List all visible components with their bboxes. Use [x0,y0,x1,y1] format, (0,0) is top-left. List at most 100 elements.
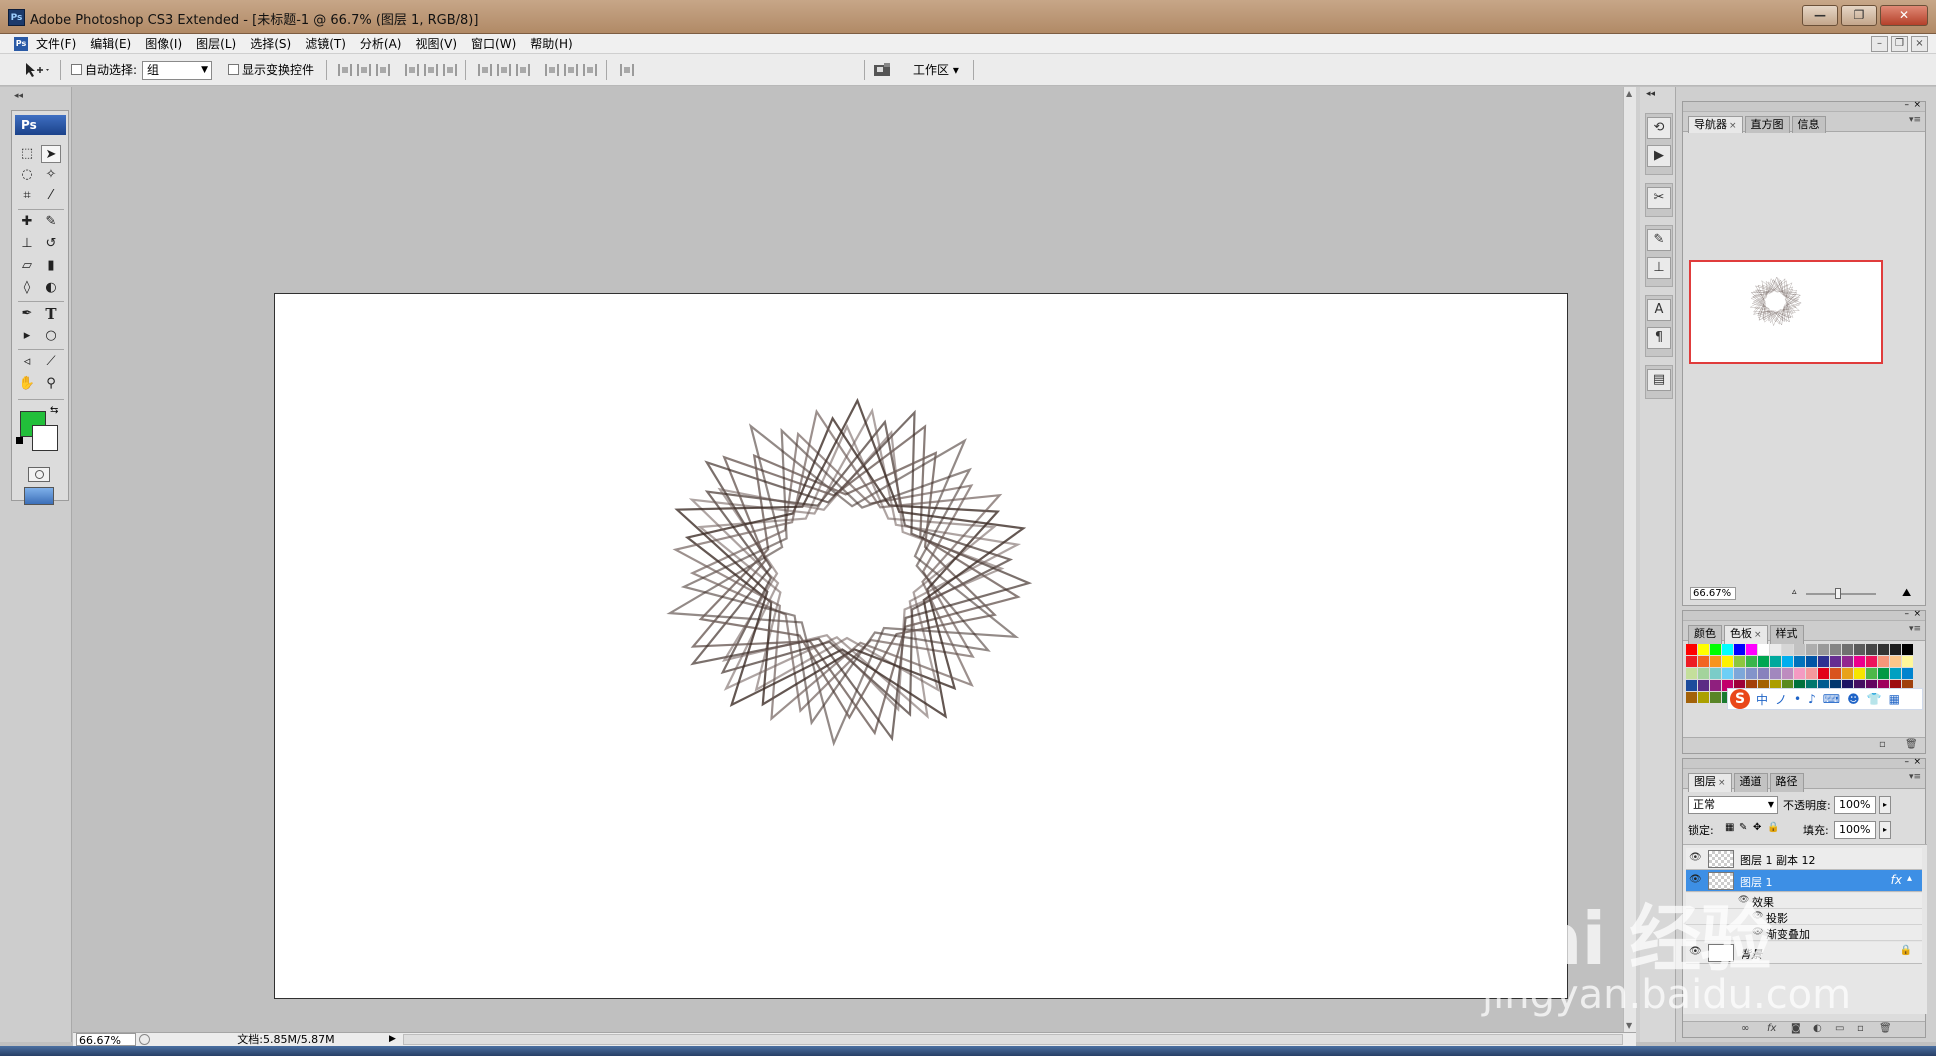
new-group-icon[interactable]: ▭ [1835,1023,1844,1034]
eraser-tool-icon[interactable]: ▱ [17,257,37,275]
color-swatch[interactable] [1698,668,1709,679]
color-swatch[interactable] [1758,668,1769,679]
layer-row[interactable]: 👁 背景 🔒 [1686,942,1922,964]
color-swatch[interactable] [1830,644,1841,655]
color-swatch[interactable] [1902,668,1913,679]
slice-tool-icon[interactable]: ⁄ [41,187,61,205]
color-swatch[interactable] [1818,668,1829,679]
color-swatch[interactable] [1842,656,1853,667]
color-swatch[interactable] [1842,644,1853,655]
pen-tool-icon[interactable]: ✒ [17,305,37,323]
tab-paths[interactable]: 路径 [1769,773,1804,792]
color-swatch[interactable] [1794,668,1805,679]
dodge-tool-icon[interactable]: ◐ [41,279,61,297]
align-vcenter-icon[interactable] [357,64,371,76]
effect-eye-icon[interactable]: 👁 [1738,895,1749,905]
collapse-icon[interactable]: – [1905,757,1910,767]
zoom-out-icon[interactable]: ▵ [1792,587,1797,597]
collapse-icon[interactable]: – [1905,609,1910,619]
color-swatch[interactable] [1890,656,1901,667]
document-icon[interactable]: Ps [14,37,28,51]
lock-transparency-icon[interactable]: ▦ [1725,822,1734,833]
delete-swatch-icon[interactable]: 🗑 [1905,739,1918,750]
new-layer-icon[interactable]: ▫ [1857,1023,1864,1034]
clone-source-icon[interactable]: ⊥ [1647,257,1671,279]
align-right-icon[interactable] [443,64,457,76]
color-swatch[interactable] [1686,644,1697,655]
menu-analysis[interactable]: 分析(A) [360,36,402,52]
doc-minimize-button[interactable]: – [1871,36,1888,52]
color-swatch[interactable] [1710,692,1721,703]
zoom-tool-icon[interactable]: ⚲ [41,375,61,393]
color-swatch[interactable] [1686,680,1697,691]
distribute-right-icon[interactable] [583,64,597,76]
opacity-field[interactable]: 100% [1834,796,1876,814]
distribute-vcenter-icon[interactable] [497,64,511,76]
close-icon[interactable]: × [1913,757,1921,767]
visibility-eye-icon[interactable]: 👁 [1689,874,1702,886]
ime-punctuation-icon[interactable]: • [1794,692,1801,706]
ime-moon-icon[interactable]: ノ [1775,691,1787,708]
color-swatch[interactable] [1854,668,1865,679]
color-swatch[interactable] [1854,656,1865,667]
color-swatch[interactable] [1902,656,1913,667]
tool-presets-icon[interactable]: ✂ [1647,187,1671,209]
color-swatch[interactable] [1866,668,1877,679]
color-swatch[interactable] [1686,692,1697,703]
tab-color[interactable]: 颜色 [1688,625,1722,644]
color-swatch[interactable] [1734,644,1745,655]
path-selection-tool-icon[interactable]: ▸ [17,327,37,345]
effect-eye-icon[interactable]: 👁 [1752,927,1763,937]
close-button[interactable]: ✕ [1880,5,1928,26]
color-swatch[interactable] [1794,656,1805,667]
history-brush-tool-icon[interactable]: ↺ [41,235,61,253]
menu-help[interactable]: 帮助(H) [530,36,572,52]
zoom-slider-knob[interactable] [1835,588,1841,599]
tab-channels[interactable]: 通道 [1733,773,1768,792]
show-transform-controls-checkbox[interactable]: 显示变换控件 [228,54,314,86]
layer-fx-icon[interactable]: fx [1891,873,1902,887]
menu-view[interactable]: 视图(V) [415,36,457,52]
panel-menu-icon[interactable]: ▾≡ [1909,115,1921,125]
color-swatch[interactable] [1806,656,1817,667]
brushes-panel-icon[interactable]: ✎ [1647,229,1671,251]
menu-edit[interactable]: 编辑(E) [90,36,131,52]
distribute-left-icon[interactable] [545,64,559,76]
screen-mode-icon[interactable] [24,487,54,505]
color-swatch[interactable] [1830,668,1841,679]
visibility-eye-icon[interactable]: 👁 [1689,852,1702,864]
color-swatch[interactable] [1698,656,1709,667]
color-swatch[interactable] [1854,644,1865,655]
color-swatch[interactable] [1878,644,1889,655]
menu-window[interactable]: 窗口(W) [471,36,516,52]
auto-select-checkbox[interactable]: 自动选择: [71,54,137,86]
gradient-tool-icon[interactable]: ▮ [41,257,61,275]
layer-row[interactable]: 👁 图层 1 副本 12 [1686,848,1922,870]
color-swatch[interactable] [1782,644,1793,655]
color-swatch[interactable] [1878,668,1889,679]
brush-tool-icon[interactable]: ✎ [41,213,61,231]
minimize-button[interactable]: — [1802,5,1838,26]
crop-tool-icon[interactable]: ⌗ [17,187,37,205]
close-icon[interactable]: × [1913,609,1921,619]
color-swatch[interactable] [1746,656,1757,667]
visibility-eye-icon[interactable]: 👁 [1689,946,1702,958]
color-swatch[interactable] [1842,668,1853,679]
vertical-scrollbar[interactable]: ▲ ▼ [1623,87,1636,1032]
quick-mask-icon[interactable] [28,467,50,482]
color-swatch[interactable] [1890,668,1901,679]
close-icon[interactable]: × [1913,100,1921,110]
collapse-arrows-icon[interactable]: ◂◂ [14,91,23,101]
bridge-icon[interactable] [872,62,894,78]
clone-stamp-tool-icon[interactable]: ⊥ [17,235,37,253]
color-swatch[interactable] [1698,692,1709,703]
ime-tools-icon[interactable]: ▦ [1889,692,1900,706]
menu-file[interactable]: 文件(F) [36,36,76,52]
expand-arrows-icon[interactable]: ◂◂ [1646,89,1655,99]
lasso-tool-icon[interactable]: ◌ [17,166,37,184]
maximize-button[interactable]: ❐ [1841,5,1877,26]
color-swatch[interactable] [1830,656,1841,667]
color-swatch[interactable] [1770,668,1781,679]
move-tool-icon[interactable]: ➤ [41,145,61,163]
menu-select[interactable]: 选择(S) [250,36,291,52]
